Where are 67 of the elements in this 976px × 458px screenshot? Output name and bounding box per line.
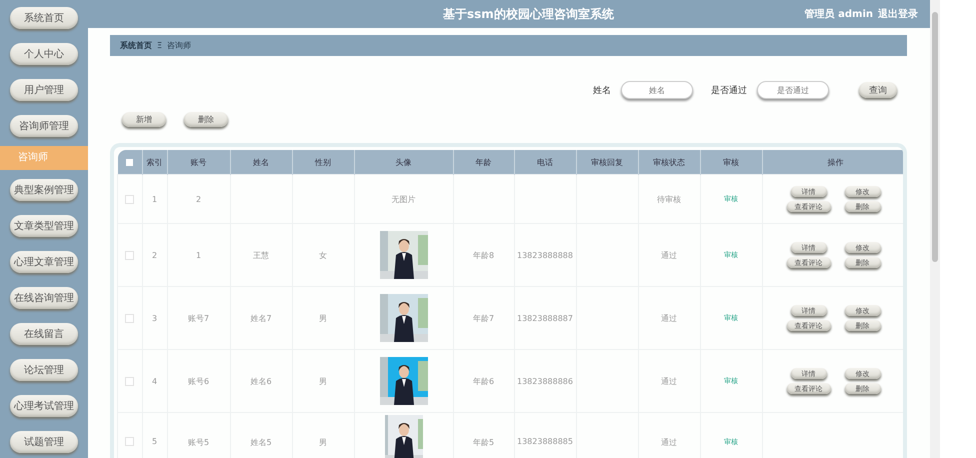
table-cell: 年龄8: [453, 224, 514, 286]
table-cell: 通过: [638, 350, 700, 412]
row-checkbox[interactable]: [125, 250, 134, 260]
table-cell: 1: [167, 224, 230, 286]
sidebar-item[interactable]: 典型案例管理: [10, 179, 78, 201]
table-cell: 姓名7: [230, 286, 292, 350]
table-cell: 年龄7: [453, 286, 514, 350]
sidebar-item[interactable]: 文章类型管理: [10, 215, 78, 237]
table-cell: 3: [142, 286, 167, 350]
sidebar-item[interactable]: 系统首页: [10, 7, 78, 29]
sidebar-item[interactable]: 论坛管理: [10, 359, 78, 381]
field-label: 是否通过: [711, 84, 747, 96]
sidebar-item[interactable]: 在线咨询管理: [10, 287, 78, 309]
sidebar-item[interactable]: 心理考试管理: [10, 395, 78, 417]
table-cell: 通过: [638, 224, 700, 286]
table-cell: 待审核: [638, 174, 700, 224]
breadcrumb-current: 咨询师: [167, 40, 192, 51]
table-cell: 姓名6: [230, 350, 292, 412]
row-checkbox[interactable]: [125, 437, 134, 446]
breadcrumb-link[interactable]: 系统首页: [120, 40, 152, 51]
column-header: 审核: [700, 150, 762, 174]
column-header: 性别: [292, 150, 354, 174]
column-header: 年龄: [453, 150, 514, 174]
sidebar-item[interactable]: 在线留言: [10, 323, 78, 345]
sidebar-item[interactable]: 咨询师管理: [10, 115, 78, 137]
table-cell: 账号7: [167, 286, 230, 350]
row-checkbox[interactable]: [125, 194, 134, 204]
table-cell: 账号6: [167, 350, 230, 412]
delete-button[interactable]: 删除: [184, 112, 228, 127]
row-checkbox[interactable]: [125, 376, 134, 386]
column-header: 头像: [354, 150, 453, 174]
column-header: 索引: [142, 150, 167, 174]
table-cell: 4: [142, 350, 167, 412]
table-cell: 男: [292, 286, 354, 350]
add-button[interactable]: 新增: [122, 112, 166, 127]
column-header: 操作: [762, 150, 903, 174]
table-cell: 2: [167, 174, 230, 224]
column-header: 审核状态: [638, 150, 700, 174]
search-field[interactable]: 姓名: [621, 81, 693, 99]
sidebar-item[interactable]: 心理文章管理: [10, 251, 78, 273]
table-cell: 王慧: [230, 224, 292, 286]
select-all-checkbox[interactable]: [126, 158, 133, 166]
sidebar-item[interactable]: 个人中心: [10, 43, 78, 65]
table-cell: 男: [292, 350, 354, 412]
table-cell: 通过: [638, 286, 700, 350]
column-header: 审核回复: [576, 150, 638, 174]
app-title: 基于ssm的校园心理咨询室系统: [443, 6, 615, 22]
row-checkbox[interactable]: [125, 314, 134, 323]
table-cell: 13823888888: [514, 224, 576, 286]
column-header: 账号: [167, 150, 230, 174]
sidebar-item[interactable]: 用户管理: [10, 79, 78, 101]
table-cell: 无图片: [392, 194, 416, 204]
table-cell: 1: [142, 174, 167, 224]
table-cell: 女: [292, 224, 354, 286]
table-cell: 年龄6: [453, 350, 514, 412]
search-button[interactable]: 查询: [859, 82, 897, 98]
column-header: 姓名: [230, 150, 292, 174]
column-header: 电话: [514, 150, 576, 174]
user-label: 管理员 admin: [804, 8, 873, 21]
table-cell: 2: [142, 224, 167, 286]
breadcrumb-separator: Ξ: [157, 41, 162, 50]
field-label: 姓名: [593, 84, 611, 96]
table-cell: 13823888886: [514, 350, 576, 412]
table-cell: 13823888887: [514, 286, 576, 350]
sidebar-item[interactable]: 试题管理: [10, 431, 78, 453]
scrollbar[interactable]: [932, 12, 938, 262]
search-field[interactable]: 是否通过: [757, 81, 829, 99]
